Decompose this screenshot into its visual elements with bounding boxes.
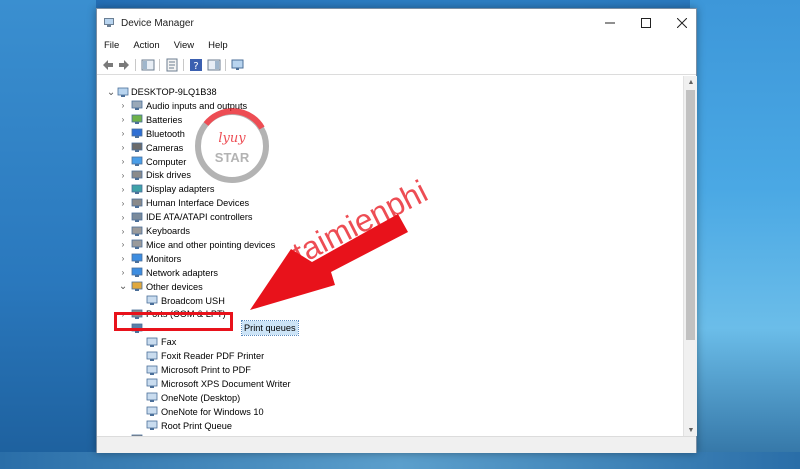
device-category-icon: [131, 212, 143, 222]
tree-item-label: IDE ATA/ATAPI controllers: [146, 212, 253, 223]
expand-chevron-icon[interactable]: ›: [119, 155, 127, 169]
maximize-icon: [641, 18, 651, 28]
tree-item-label: Fax: [161, 337, 177, 348]
tree-item-label: Display adapters: [146, 184, 215, 195]
action-pane-icon[interactable]: [207, 58, 221, 72]
expand-chevron-icon[interactable]: ›: [119, 141, 127, 155]
expand-chevron-icon[interactable]: ›: [119, 252, 127, 266]
device-manager-icon: [104, 18, 114, 27]
expand-chevron-icon[interactable]: ›: [119, 99, 127, 113]
scan-hardware-icon[interactable]: [231, 58, 245, 72]
device-category-icon: [131, 267, 143, 278]
tree-item-label: Broadcom USH: [161, 295, 225, 306]
menu-file[interactable]: File: [97, 39, 126, 55]
help-icon[interactable]: ?: [189, 58, 203, 72]
device-category-icon: [131, 226, 143, 236]
device-icon: [146, 337, 158, 347]
tree-item-label: Other devices: [146, 281, 203, 292]
tree-item-label: Computer: [146, 156, 187, 167]
tree-item-label: Cameras: [146, 142, 184, 153]
tree-item-label: Disk drives: [146, 170, 191, 181]
computer-icon: [117, 87, 129, 97]
desktop-background-bottom: [0, 452, 800, 469]
minimize-button[interactable]: [592, 9, 628, 37]
device-icon: [146, 378, 158, 389]
minimize-icon: [605, 22, 615, 24]
device-category-icon: [131, 253, 143, 264]
tree-item-label: Keyboards: [146, 226, 190, 236]
properties-icon[interactable]: [165, 58, 179, 72]
expand-chevron-icon[interactable]: ›: [119, 182, 127, 196]
show-hide-console-tree-icon[interactable]: [141, 58, 155, 72]
back-arrow-icon[interactable]: [101, 58, 115, 72]
scroll-up-icon[interactable]: ▲: [684, 76, 698, 88]
expand-chevron-icon[interactable]: ›: [119, 210, 127, 224]
tree-item-label: Batteries: [146, 114, 183, 125]
desktop-background-right: [690, 0, 800, 469]
device-category-icon: [131, 184, 143, 194]
tree-item-label: Bluetooth: [146, 128, 185, 139]
tree-item-label: Microsoft Print to PDF: [161, 365, 251, 375]
expand-chevron-icon[interactable]: ›: [119, 196, 127, 210]
device-icon: [146, 406, 158, 417]
tree-root-label: DESKTOP-9LQ1B38: [131, 87, 217, 97]
expand-chevron-icon[interactable]: ›: [119, 168, 127, 182]
device-icon: [146, 392, 158, 403]
device-category-icon: [131, 281, 143, 292]
device-category-icon: [131, 156, 143, 166]
tree-item-label: Audio inputs and outputs: [146, 100, 248, 111]
highlight-box-print-queues: [114, 312, 233, 331]
device-category-icon: [131, 239, 143, 250]
menu-bar: File Action View Help: [97, 39, 235, 55]
scroll-down-icon[interactable]: ▼: [684, 424, 698, 436]
expand-chevron-icon[interactable]: ›: [119, 113, 127, 127]
desktop-background-left: [0, 0, 96, 469]
device-category-icon: [131, 198, 143, 208]
tree-item-label: OneNote (Desktop): [161, 392, 241, 403]
device-category-icon: [131, 128, 143, 139]
device-manager-window: Device Manager File Action View Help ? ⌄…: [96, 8, 697, 453]
close-button[interactable]: [664, 9, 700, 37]
device-category-icon: [131, 114, 143, 125]
device-icon: [146, 365, 158, 375]
expand-chevron-icon[interactable]: ›: [119, 266, 127, 280]
menu-help[interactable]: Help: [201, 39, 235, 55]
tree-item-label: Monitors: [146, 253, 182, 264]
menu-view[interactable]: View: [167, 39, 201, 55]
tree-item-label: Mice and other pointing devices: [146, 239, 276, 250]
device-category-icon: [131, 170, 143, 180]
tree-item-label: Root Print Queue: [161, 420, 232, 431]
device-icon: [146, 351, 158, 361]
expand-chevron-icon[interactable]: ›: [119, 238, 127, 252]
expand-chevron-icon[interactable]: ›: [119, 127, 127, 141]
vertical-scrollbar[interactable]: ▲ ▼: [683, 76, 697, 436]
expand-chevron-icon[interactable]: ›: [119, 224, 127, 238]
tree-item-label: Microsoft XPS Document Writer: [161, 378, 291, 389]
tree-item-label: Human Interface Devices: [146, 198, 250, 209]
root-collapse-icon[interactable]: ⌄: [107, 85, 115, 99]
scroll-thumb[interactable]: [686, 90, 695, 340]
maximize-button[interactable]: [628, 9, 664, 37]
close-icon: [677, 18, 687, 28]
tree-item-label: OneNote for Windows 10: [161, 406, 264, 417]
device-category-icon: [131, 100, 143, 111]
forward-arrow-icon[interactable]: [117, 58, 131, 72]
toolbar: ?: [97, 55, 696, 75]
device-tree[interactable]: ⌄ DESKTOP-9LQ1B38 › Audio inputs and output…: [97, 76, 683, 436]
window-title: Device Manager: [121, 18, 194, 29]
device-category-icon: [131, 142, 143, 153]
tree-item-label: Foxit Reader PDF Printer: [161, 351, 265, 362]
tree-item-label: Network adapters: [146, 267, 219, 278]
svg-text:?: ?: [193, 61, 198, 72]
title-bar[interactable]: Device Manager: [97, 9, 696, 37]
collapse-chevron-icon[interactable]: ⌄: [119, 280, 127, 294]
tree-item-label: Print queues: [241, 320, 299, 337]
status-bar: [97, 436, 696, 453]
device-icon: [146, 420, 158, 431]
menu-action[interactable]: Action: [126, 39, 166, 55]
device-icon: [146, 295, 158, 305]
